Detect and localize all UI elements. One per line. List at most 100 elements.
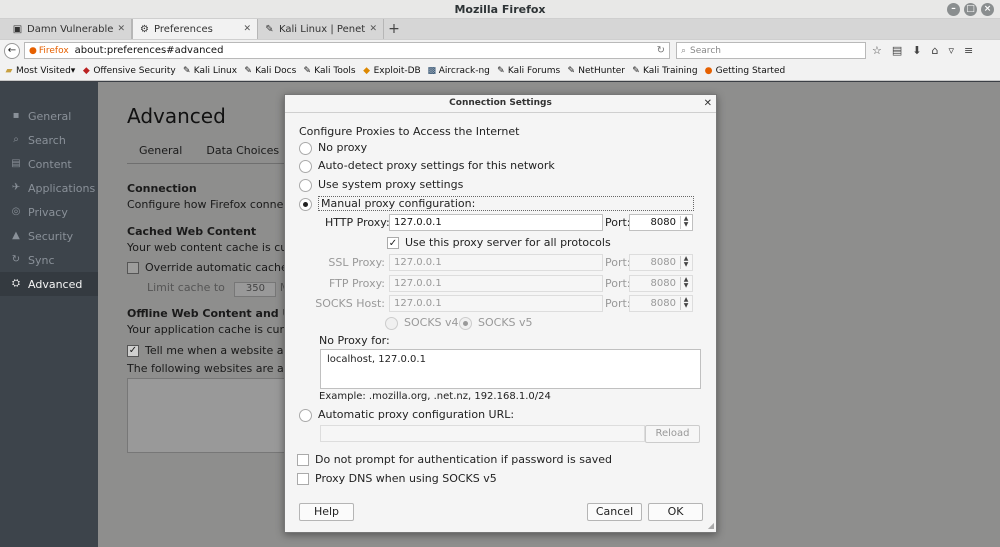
- pocket-icon[interactable]: ▿: [948, 44, 954, 57]
- sidebar-item-label: Content: [28, 157, 72, 171]
- bookmark-most-visited[interactable]: ▰ Most Visited ▾: [4, 66, 76, 76]
- reload-button[interactable]: Reload: [645, 425, 700, 443]
- http-port-input[interactable]: 8080 ▲ ▼: [629, 214, 693, 231]
- radio-system-proxy[interactable]: Use system proxy settings: [299, 178, 463, 192]
- bookmark-kali-tools[interactable]: ✎ Kali Tools: [302, 66, 356, 76]
- close-icon[interactable]: ✕: [704, 95, 712, 112]
- radio-auto-detect[interactable]: Auto-detect proxy settings for this netw…: [299, 159, 555, 173]
- port-spinner-icon[interactable]: ▲ ▼: [680, 216, 691, 229]
- reload-icon[interactable]: ↻: [657, 45, 665, 56]
- close-icon[interactable]: ×: [981, 3, 994, 16]
- socks-port-input[interactable]: 8080 ▲ ▼: [629, 295, 693, 312]
- bookmark-kali-docs[interactable]: ✎ Kali Docs: [243, 66, 296, 76]
- no-prompt-auth-row[interactable]: Do not prompt for authentication if pass…: [297, 453, 612, 466]
- http-proxy-input[interactable]: 127.0.0.1: [389, 214, 603, 231]
- tab-preferences[interactable]: ⚙ Preferences ✕: [132, 19, 258, 39]
- radio-button[interactable]: [385, 316, 398, 330]
- limit-cache-input[interactable]: 350: [234, 282, 277, 297]
- sidebar-item-privacy[interactable]: ◎ Privacy: [0, 200, 98, 224]
- tab-close-icon[interactable]: ✕: [369, 24, 377, 34]
- kali-icon: ✎: [497, 65, 505, 76]
- port-spinner-icon[interactable]: ▲ ▼: [680, 256, 691, 269]
- auto-config-url-input[interactable]: [320, 425, 645, 442]
- tab-close-icon[interactable]: ✕: [117, 24, 125, 34]
- offline-websites-list[interactable]: [127, 378, 297, 453]
- new-tab-button[interactable]: +: [384, 19, 404, 39]
- radio-auto-config-url[interactable]: Automatic proxy configuration URL:: [299, 408, 514, 422]
- tab-general[interactable]: General: [127, 138, 194, 163]
- help-button[interactable]: Help: [299, 503, 354, 521]
- bookmark-nethunter[interactable]: ✎ NetHunter: [566, 66, 625, 76]
- radio-button[interactable]: [299, 408, 312, 422]
- no-proxy-example: Example: .mozilla.org, .net.nz, 192.168.…: [319, 391, 551, 402]
- radio-button[interactable]: [459, 316, 472, 330]
- tab-strip: ▣ Damn Vulnerable We... ✕ ⚙ Preferences …: [0, 19, 1000, 39]
- radio-button[interactable]: [299, 159, 312, 173]
- download-icon[interactable]: ⬇: [912, 44, 921, 57]
- radio-socks-v5[interactable]: SOCKS v5: [459, 316, 533, 330]
- proxy-dns-checkbox[interactable]: [297, 473, 309, 485]
- port-spinner-icon[interactable]: ▲ ▼: [680, 297, 691, 310]
- ftp-proxy-input[interactable]: 127.0.0.1: [389, 275, 603, 292]
- port-spinner-icon[interactable]: ▲ ▼: [680, 277, 691, 290]
- home-icon[interactable]: ⌂: [932, 44, 939, 57]
- ftp-port-input[interactable]: 8080 ▲ ▼: [629, 275, 693, 292]
- sidebar-item-sync[interactable]: ↻ Sync: [0, 248, 98, 272]
- radio-button[interactable]: [299, 178, 312, 192]
- use-for-all-checkbox[interactable]: ✓: [387, 237, 399, 249]
- tell-me-row: ✓ Tell me when a website asks: [127, 344, 301, 357]
- bookmark-offensive-security[interactable]: ◆ Offensive Security: [81, 66, 176, 76]
- tab-data-choices[interactable]: Data Choices: [194, 138, 291, 163]
- sidebar-item-content[interactable]: ▤ Content: [0, 152, 98, 176]
- radio-socks-v4[interactable]: SOCKS v4: [385, 316, 459, 330]
- menu-icon[interactable]: ≡: [964, 44, 973, 57]
- radio-label: SOCKS v4: [404, 316, 459, 329]
- override-cache-checkbox[interactable]: [127, 262, 139, 274]
- search-input[interactable]: ⌕ Search: [676, 42, 866, 59]
- kali-icon: ✎: [567, 65, 575, 76]
- sidebar-item-advanced[interactable]: ⛭ Advanced: [0, 272, 98, 296]
- exploit-db-icon: ◆: [363, 65, 371, 76]
- tab-close-icon[interactable]: ✕: [243, 24, 251, 34]
- bookmark-kali-forums[interactable]: ✎ Kali Forums: [496, 66, 560, 76]
- identity-box[interactable]: ● Firefox: [29, 46, 69, 56]
- search-icon: ⌕: [13, 134, 19, 145]
- proxy-dns-row[interactable]: Proxy DNS when using SOCKS v5: [297, 472, 497, 485]
- bookmark-star-icon[interactable]: ☆: [872, 44, 882, 57]
- sidebar-item-label: General: [28, 109, 72, 123]
- tab-kali[interactable]: ✎ Kali Linux | Penetratio... ✕: [258, 19, 384, 39]
- sidebar-item-security[interactable]: ▲ Security: [0, 224, 98, 248]
- ssl-proxy-input[interactable]: 127.0.0.1: [389, 254, 603, 271]
- sidebar-item-applications[interactable]: ✈ Applications: [0, 176, 98, 200]
- bookmark-aircrack-ng[interactable]: ▩ Aircrack-ng: [427, 65, 489, 76]
- resize-grip-icon[interactable]: ◢: [708, 521, 714, 530]
- use-for-all-row[interactable]: ✓ Use this proxy server for all protocols: [387, 236, 611, 249]
- bookmark-exploit-db[interactable]: ◆ Exploit-DB: [362, 66, 421, 76]
- tell-me-checkbox[interactable]: ✓: [127, 345, 139, 357]
- ssl-port-input[interactable]: 8080 ▲ ▼: [629, 254, 693, 271]
- reading-list-icon[interactable]: ▤: [892, 44, 902, 57]
- aircrack-icon: ▩: [427, 65, 436, 76]
- no-proxy-for-textarea[interactable]: localhost, 127.0.0.1: [320, 349, 701, 389]
- toolbar-icons: ☆ ▤ ⬇ ⌂ ▿ ≡: [872, 44, 973, 57]
- radio-button[interactable]: [299, 141, 312, 155]
- ok-button[interactable]: OK: [648, 503, 703, 521]
- maximize-icon[interactable]: □: [964, 3, 977, 16]
- radio-button[interactable]: [299, 197, 312, 211]
- sidebar-item-general[interactable]: ▪ General: [0, 104, 98, 128]
- radio-manual-proxy[interactable]: Manual proxy configuration:: [299, 196, 694, 211]
- minimize-icon[interactable]: –: [947, 3, 960, 16]
- bookmark-kali-training[interactable]: ✎ Kali Training: [631, 66, 697, 76]
- tab-dvwa[interactable]: ▣ Damn Vulnerable We... ✕: [6, 19, 132, 39]
- socks-host-input[interactable]: 127.0.0.1: [389, 295, 603, 312]
- url-bar[interactable]: ● Firefox about:preferences#advanced ↻: [24, 42, 670, 59]
- sidebar-item-search[interactable]: ⌕ Search: [0, 128, 98, 152]
- url-text[interactable]: about:preferences#advanced: [75, 45, 657, 56]
- bookmark-kali-linux[interactable]: ✎ Kali Linux: [182, 66, 237, 76]
- back-button[interactable]: ←: [4, 42, 20, 59]
- cancel-button[interactable]: Cancel: [587, 503, 642, 521]
- bookmark-getting-started[interactable]: ● Getting Started: [704, 66, 786, 76]
- no-prompt-auth-checkbox[interactable]: [297, 454, 309, 466]
- radio-no-proxy[interactable]: No proxy: [299, 141, 367, 155]
- proxy-dns-label: Proxy DNS when using SOCKS v5: [315, 472, 497, 485]
